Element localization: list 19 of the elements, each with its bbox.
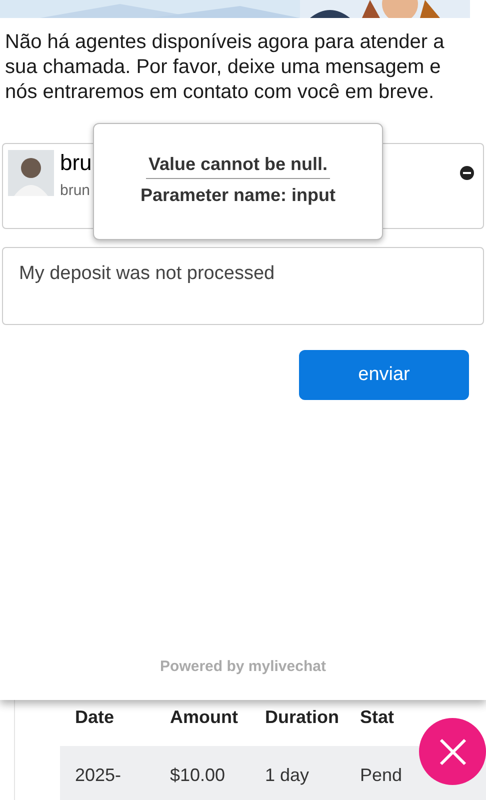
remove-icon[interactable]	[460, 166, 474, 180]
table-cell-text: $10.00	[170, 764, 226, 787]
message-field[interactable]: My deposit was not processed	[2, 247, 484, 325]
error-text: Value cannot be null.	[146, 152, 330, 179]
column-header: Amount	[170, 706, 239, 729]
column-header: Stat	[360, 706, 396, 729]
unavailable-message: Não há agentes disponíveis agora para atender a sua chamada. Por favor, deixe uma mensagem e nós entraremos em contato com você em breve.	[5, 30, 445, 105]
avatar-icon	[8, 150, 54, 196]
column-header: Duration	[265, 706, 340, 729]
table-cell-text: 1 day	[265, 764, 310, 787]
table-cell-text: Pend	[360, 764, 404, 787]
send-button[interactable]: enviar	[299, 350, 469, 400]
contact-name: bru	[60, 150, 92, 176]
powered-by-text: Powered by mylivechat	[160, 656, 326, 676]
contact-email: brun	[60, 181, 92, 201]
error-text: Parameter name: input	[140, 184, 336, 207]
column-header: Date	[75, 706, 116, 729]
table-cell-text: 2025-	[75, 764, 122, 787]
close-icon	[438, 736, 468, 766]
